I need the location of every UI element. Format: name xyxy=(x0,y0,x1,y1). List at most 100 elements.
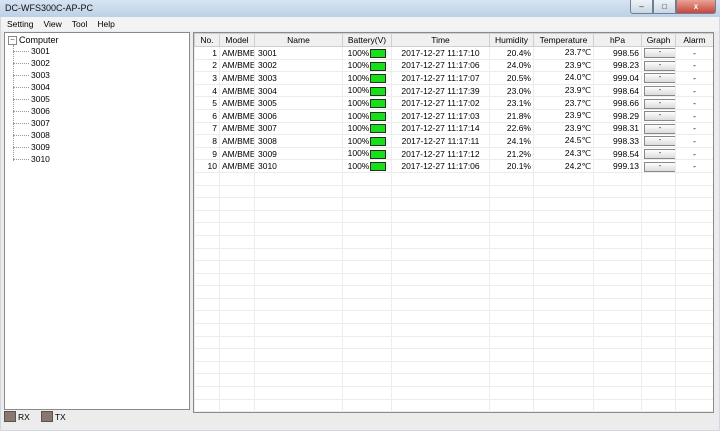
table-row[interactable]: 3 AM/BME 3003 100% 2017-12-27 11:17:07 20.5% 2… xyxy=(194,71,713,85)
battery-percent: 100% xyxy=(347,123,370,134)
collapse-icon[interactable]: – xyxy=(8,35,17,45)
col-name-header[interactable]: Name xyxy=(254,33,343,47)
empty-cell xyxy=(675,323,713,337)
graph-button[interactable]: - xyxy=(644,48,675,59)
graph-button[interactable]: - xyxy=(644,85,675,96)
graph-button[interactable]: - xyxy=(644,123,675,134)
empty-cell xyxy=(489,323,534,337)
empty-row xyxy=(194,234,713,249)
tree-item-3002[interactable]: 3002 xyxy=(31,58,50,68)
table-row[interactable]: 10 AM/BME 3010 100% 2017-12-27 11:17:06 20.1%… xyxy=(194,159,713,173)
cell-no: 8 xyxy=(194,134,220,148)
empty-cell xyxy=(342,209,392,224)
empty-cell xyxy=(675,310,713,325)
cell-no: 7 xyxy=(194,121,220,136)
menu-help[interactable]: Help xyxy=(91,17,118,31)
col-humidity-header[interactable]: Humidity xyxy=(489,33,534,47)
graph-button[interactable]: - xyxy=(644,161,675,172)
empty-row xyxy=(194,386,713,400)
empty-cell xyxy=(675,197,713,211)
empty-cell xyxy=(342,285,392,299)
table-row[interactable]: 2 AM/BME 3002 100% 2017-12-27 11:17:06 24.0% 2… xyxy=(194,58,713,73)
graph-button[interactable]: - xyxy=(644,111,675,122)
table-row[interactable]: 1 AM/BME 3001 100% 2017-12-27 11:17:10 20.4% 2… xyxy=(194,46,713,60)
cell-temperature: 24.3℃ xyxy=(533,146,594,161)
cell-no: 6 xyxy=(194,108,220,123)
empty-cell xyxy=(254,260,343,274)
empty-cell xyxy=(219,184,255,199)
graph-button[interactable]: - xyxy=(644,148,675,159)
empty-row xyxy=(194,209,713,224)
empty-cell xyxy=(254,222,343,236)
empty-cell xyxy=(641,234,676,249)
minimize-button[interactable]: – xyxy=(630,0,653,14)
empty-cell xyxy=(489,247,534,262)
tree-item-3009[interactable]: 3009 xyxy=(31,142,50,152)
empty-cell xyxy=(489,297,534,312)
cell-model: AM/BME xyxy=(219,121,255,136)
col-hpa-header[interactable]: hPa xyxy=(593,33,642,47)
graph-button[interactable]: - xyxy=(644,73,675,84)
cell-humidity: 21.8% xyxy=(489,108,534,123)
empty-cell xyxy=(533,272,594,287)
battery-icon xyxy=(370,149,387,159)
empty-cell xyxy=(489,411,534,412)
rx-label: RX xyxy=(18,411,30,422)
col-temperature-header[interactable]: Temperature xyxy=(533,33,594,47)
cell-name: 3003 xyxy=(254,71,343,85)
col-time-header[interactable]: Time xyxy=(391,33,490,47)
empty-cell xyxy=(254,272,343,287)
tree-item-3007[interactable]: 3007 xyxy=(31,118,50,128)
empty-cell xyxy=(489,373,534,388)
table-row[interactable]: 7 AM/BME 3007 100% 2017-12-27 11:17:14 22.6% 2… xyxy=(194,121,713,136)
col-no-header[interactable]: No. xyxy=(194,33,220,47)
tree-item-3001[interactable]: 3001 xyxy=(31,46,50,56)
empty-cell xyxy=(391,411,490,412)
empty-cell xyxy=(593,184,642,199)
empty-cell xyxy=(489,386,534,400)
table-row[interactable]: 6 AM/BME 3006 100% 2017-12-27 11:17:03 21.8% 2… xyxy=(194,108,713,123)
tree-item-3006[interactable]: 3006 xyxy=(31,106,50,116)
graph-button[interactable]: - xyxy=(644,60,675,71)
menu-tool[interactable]: Tool xyxy=(66,17,92,31)
cell-graph: - xyxy=(641,71,676,85)
cell-battery: 100% xyxy=(342,46,392,60)
tree-item-3005[interactable]: 3005 xyxy=(31,94,50,104)
close-button[interactable]: x xyxy=(676,0,716,14)
col-alarm-header[interactable]: Alarm xyxy=(675,33,713,47)
battery-percent: 100% xyxy=(347,85,370,96)
cell-time: 2017-12-27 11:17:11 xyxy=(391,134,490,148)
cell-temperature: 24.0℃ xyxy=(533,71,594,85)
cell-model: AM/BME xyxy=(219,46,255,60)
empty-cell xyxy=(219,247,255,262)
table-row[interactable]: 4 AM/BME 3004 100% 2017-12-27 11:17:39 23.0% 2… xyxy=(194,83,713,98)
cell-battery: 100% xyxy=(342,58,392,73)
tree-item-3010[interactable]: 3010 xyxy=(31,154,50,164)
graph-button[interactable]: - xyxy=(644,98,675,109)
cell-alarm: - xyxy=(675,159,713,173)
table-row[interactable]: 9 AM/BME 3009 100% 2017-12-27 11:17:12 21.2% 2… xyxy=(194,146,713,161)
table-row[interactable]: 8 AM/BME 3008 100% 2017-12-27 11:17:11 24.1% 2… xyxy=(194,134,713,148)
maximize-button[interactable]: □ xyxy=(653,0,676,14)
tree-item-3003[interactable]: 3003 xyxy=(31,70,50,80)
table-row[interactable]: 5 AM/BME 3005 100% 2017-12-27 11:17:02 23.1% 2… xyxy=(194,96,713,110)
col-battery-header[interactable]: Battery(V) xyxy=(342,33,392,47)
menu-view[interactable]: View xyxy=(37,17,65,31)
graph-button[interactable]: - xyxy=(644,136,675,147)
empty-cell xyxy=(675,222,713,236)
tree-item-3004[interactable]: 3004 xyxy=(31,82,50,92)
cell-hpa: 998.29 xyxy=(593,108,642,123)
empty-cell xyxy=(675,398,713,412)
menu-setting[interactable]: Setting xyxy=(1,17,37,31)
col-model-header[interactable]: Model xyxy=(219,33,255,47)
empty-cell xyxy=(489,285,534,299)
battery-icon xyxy=(370,48,387,58)
tree-item-3008[interactable]: 3008 xyxy=(31,130,50,140)
col-graph-header[interactable]: Graph xyxy=(641,33,676,47)
tree-root-computer[interactable]: – Computer xyxy=(8,35,59,45)
cell-time: 2017-12-27 11:17:06 xyxy=(391,58,490,73)
table-body: 1 AM/BME 3001 100% 2017-12-27 11:17:10 20.4% 2… xyxy=(194,46,713,412)
empty-cell xyxy=(533,222,594,236)
empty-cell xyxy=(391,386,490,400)
empty-row xyxy=(194,197,713,211)
